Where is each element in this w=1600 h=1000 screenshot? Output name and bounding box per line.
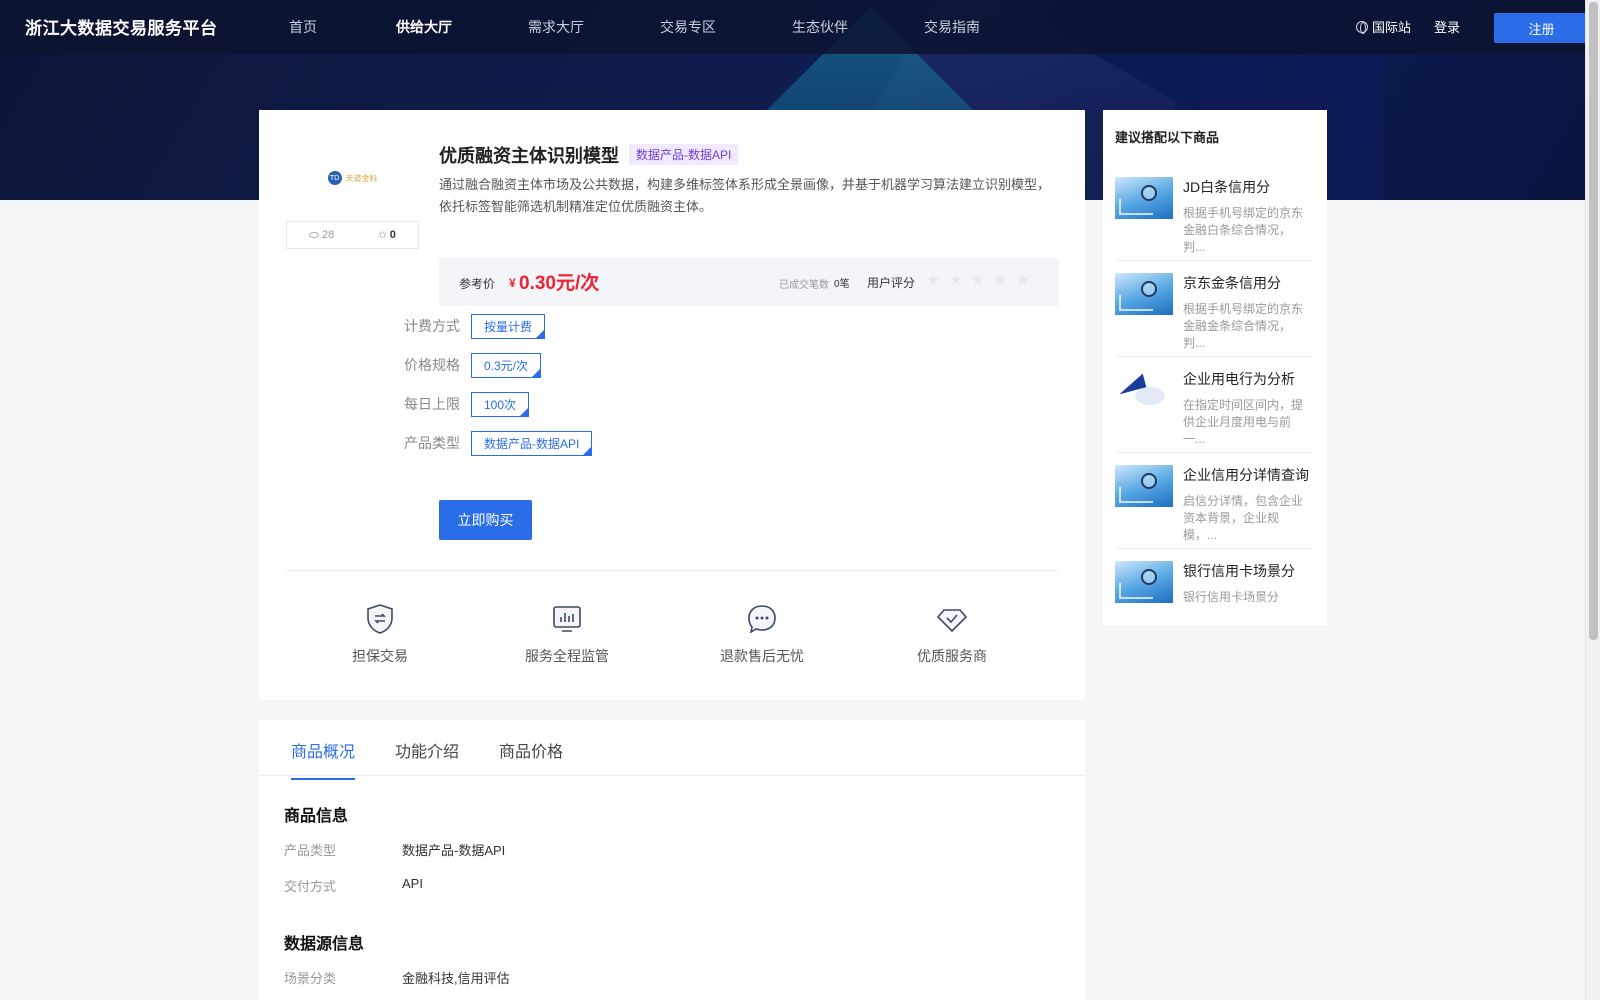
spec-option[interactable]: 数据产品-数据API — [471, 430, 593, 456]
recommended-item[interactable]: JD白条信用分 根据手机号绑定的京东金融白条综合情况，判... — [1115, 167, 1315, 261]
nav-supply-hall[interactable]: 供给大厅 — [396, 17, 452, 37]
nav-partners[interactable]: 生态伙伴 — [792, 17, 848, 37]
scrollbar-thumb[interactable] — [1589, 2, 1598, 640]
deals-value: 0笔 — [834, 279, 850, 290]
recommended-item-name: JD白条信用分 — [1183, 179, 1271, 195]
globe-icon — [1356, 20, 1368, 34]
recommendation-panel: 建议搭配以下商品 JD白条信用分 根据手机号绑定的京东金融白条综合情况，判...… — [1103, 110, 1327, 625]
rating-stars-icon: ★★★★★ — [926, 272, 1038, 289]
tab-overview[interactable]: 商品概况 — [291, 738, 356, 780]
product-detail-card: TD 天道金科 28 ✩ 0 优质融资主体识别模型 数据产品-数据API 通过融合… — [259, 110, 1085, 700]
spec-option[interactable]: 100次 — [471, 391, 530, 417]
tab-features[interactable]: 功能介绍 — [395, 738, 459, 778]
recommended-item[interactable]: 京东金条信用分 根据手机号绑定的京东金融金条综合情况，判... — [1115, 263, 1315, 357]
info-row: 场景分类 金融科技,信用评估 — [284, 971, 510, 986]
recommended-item-name: 企业用电行为分析 — [1183, 371, 1295, 387]
buy-now-button[interactable]: 立即购买 — [439, 500, 532, 540]
product-description: 通过融合融资主体市场及公共数据，构建多维标签体系形成全景画像，并基于机器学习算法… — [439, 177, 1051, 214]
magnifier-chart-icon — [1115, 465, 1173, 507]
recommended-item[interactable]: 企业用电行为分析 在指定时间区间内，提供企业月度用电与前一... — [1115, 359, 1315, 453]
recommended-item-name: 京东金条信用分 — [1183, 275, 1281, 291]
rating-label: 用户评分 — [867, 276, 916, 290]
recommended-item-desc: 银行信用卡场景分 — [1183, 590, 1280, 604]
recommended-item-desc: 在指定时间区间内，提供企业月度用电与前一... — [1183, 398, 1304, 446]
recommended-item-name: 银行信用卡场景分 — [1183, 563, 1295, 579]
spec-product-type: 产品类型 数据产品-数据API — [404, 430, 593, 456]
recommended-item-desc: 根据手机号绑定的京东金融白条综合情况，判... — [1183, 206, 1304, 254]
page-scrollbar[interactable] — [1585, 0, 1600, 1000]
info-row: 交付方式 API — [284, 876, 423, 894]
diamond-check-icon — [936, 609, 968, 633]
spec-billing: 计费方式 按量计费 — [404, 313, 546, 339]
nav-trade-zone[interactable]: 交易专区 — [660, 17, 716, 37]
chat-bubble-icon — [748, 605, 776, 634]
recommended-item[interactable]: 企业信用分详情查询 启信分详情，包含企业资本背景，企业规模，... — [1115, 455, 1315, 549]
brand-mark-icon: TD — [327, 171, 342, 185]
price-bar: 参考价 ¥ 0.30元/次 已成交笔数 0笔 用户评分 ★★★★★ — [439, 258, 1059, 306]
nav-trade-guide[interactable]: 交易指南 — [924, 17, 980, 37]
favorite-count[interactable]: ✩ 0 — [378, 229, 396, 241]
reference-price: 0.30元/次 — [519, 273, 600, 294]
shield-exchange-icon — [367, 604, 393, 634]
tab-bar: 商品概况 功能介绍 商品价格 — [259, 720, 1085, 780]
guarantee-item: 担保交易 — [315, 602, 445, 666]
spec-option[interactable]: 按量计费 — [471, 313, 546, 339]
monitor-chart-icon — [553, 606, 581, 632]
data-source-title: 数据源信息 — [284, 936, 365, 953]
magnifier-chart-icon — [1115, 273, 1173, 315]
currency-symbol: ¥ — [509, 276, 516, 290]
recommended-item-desc: 根据手机号绑定的京东金融金条综合情况，判... — [1183, 302, 1304, 350]
deals-label: 已成交笔数 — [779, 280, 829, 291]
product-stats: 28 ✩ 0 — [286, 221, 419, 249]
product-logo: TD 天道金科 — [286, 128, 419, 228]
nav-home[interactable]: 首页 — [289, 17, 317, 37]
guarantee-item: 退款售后无忧 — [697, 602, 827, 666]
product-type-badge: 数据产品-数据API — [629, 144, 739, 165]
eye-icon — [309, 232, 320, 238]
recommendation-title: 建议搭配以下商品 — [1115, 130, 1220, 145]
intl-site-label: 国际站 — [1372, 20, 1412, 35]
view-count: 28 — [309, 229, 334, 241]
nav-demand-hall[interactable]: 需求大厅 — [528, 17, 584, 37]
register-button[interactable]: 注册 — [1494, 13, 1589, 43]
spec-daily-limit: 每日上限 100次 — [404, 391, 530, 417]
recommended-item[interactable]: 银行信用卡场景分 银行信用卡场景分 — [1115, 551, 1315, 621]
brand-name: 天道金科 — [345, 173, 378, 183]
info-row: 产品类型 数据产品-数据API — [284, 843, 506, 858]
login-link[interactable]: 登录 — [1434, 17, 1460, 36]
price-label: 参考价 — [459, 277, 496, 291]
product-info-title: 商品信息 — [284, 808, 349, 825]
top-navigation: 浙江大数据交易服务平台 首页 供给大厅 需求大厅 交易专区 生态伙伴 交易指南 … — [0, 0, 1589, 54]
intl-site-link[interactable]: 国际站 — [1356, 17, 1411, 36]
recommended-item-desc: 启信分详情，包含企业资本背景，企业规模，... — [1183, 494, 1304, 542]
magnifier-chart-icon — [1115, 561, 1173, 603]
guarantee-item: 服务全程监管 — [502, 602, 632, 666]
divider — [286, 570, 1059, 571]
product-detail-tabs: 商品概况 功能介绍 商品价格 商品信息 产品类型 数据产品-数据API 交付方式… — [259, 720, 1085, 1000]
tab-pricing[interactable]: 商品价格 — [499, 738, 563, 778]
star-outline-icon: ✩ — [378, 229, 387, 241]
guarantee-item: 优质服务商 — [887, 602, 1017, 666]
spec-price: 价格规格 0.3元/次 — [404, 352, 542, 378]
product-title: 优质融资主体识别模型 — [439, 146, 619, 166]
site-logo[interactable]: 浙江大数据交易服务平台 — [25, 14, 218, 39]
spec-option[interactable]: 0.3元/次 — [471, 352, 542, 378]
recommended-item-name: 企业信用分详情查询 — [1183, 467, 1309, 483]
magnifier-chart-icon — [1115, 177, 1173, 219]
graduation-cap-icon — [1115, 369, 1173, 411]
